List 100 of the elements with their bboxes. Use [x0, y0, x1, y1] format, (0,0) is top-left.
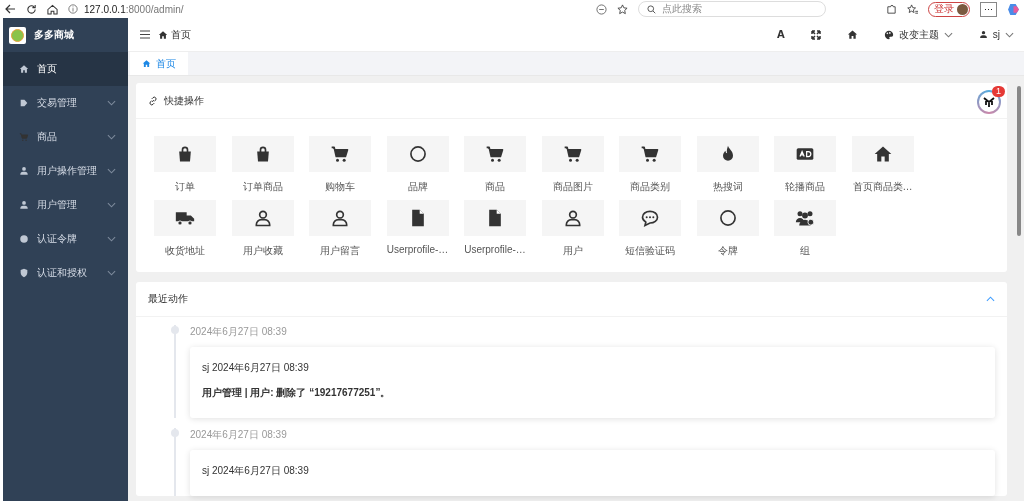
shortcut-label[interactable]: Userprofile-… — [386, 244, 449, 255]
star-icon[interactable] — [617, 3, 628, 15]
panel-title: 快捷操作 — [164, 93, 204, 108]
shortcut-label[interactable]: 订单商品 — [242, 180, 283, 194]
cart-icon — [562, 144, 583, 164]
cart-icon — [485, 144, 505, 164]
brand-name: 多多商城 — [34, 28, 74, 42]
sidebar-item[interactable]: 认证和授权 — [3, 256, 128, 290]
shortcut-tile[interactable] — [696, 200, 759, 236]
shortcut-tile[interactable] — [231, 136, 294, 172]
user-icon — [19, 200, 29, 210]
shortcut-label[interactable]: 品牌 — [407, 180, 428, 194]
shortcut-label[interactable]: 短信验证码 — [625, 244, 675, 258]
shortcut-label[interactable]: 收货地址 — [165, 244, 205, 258]
home-icon — [158, 29, 168, 40]
shortcut-label[interactable]: 商品 — [485, 180, 505, 194]
font-size-icon[interactable]: A — [777, 29, 785, 40]
home-icon — [142, 59, 151, 68]
shortcut-tile[interactable] — [309, 136, 371, 172]
shortcut-label[interactable]: 热搜词 — [712, 180, 743, 194]
shortcut-label[interactable]: 轮播商品 — [785, 180, 825, 194]
shortcut-label[interactable]: 组 — [800, 244, 810, 258]
link-icon — [148, 95, 158, 106]
assistant-icon[interactable] — [1007, 2, 1020, 16]
fullscreen-icon[interactable] — [810, 29, 821, 40]
user-dropdown[interactable]: sj — [978, 29, 1014, 40]
shortcut-label[interactable]: 首页商品类… — [852, 180, 913, 194]
cart-icon — [19, 132, 29, 142]
shortcut-tile[interactable] — [774, 136, 836, 172]
shortcut-tile[interactable] — [386, 200, 449, 236]
sidebar-item[interactable]: 用户操作管理 — [3, 154, 128, 188]
chevron-down-icon — [1005, 31, 1014, 38]
reader-icon[interactable] — [596, 3, 607, 15]
shortcut-label[interactable]: 用户留言 — [320, 244, 360, 258]
sidebar-item[interactable]: 用户管理 — [3, 188, 128, 222]
breadcrumb-link[interactable]: 首页 — [171, 27, 191, 42]
shortcut-label[interactable]: 购物车 — [325, 180, 355, 194]
menu-icon[interactable] — [140, 30, 150, 39]
tag-icon — [19, 98, 29, 108]
back-arrow-icon[interactable] — [4, 3, 16, 15]
shortcut-label[interactable]: 商品类别 — [630, 180, 670, 194]
extension-icon[interactable] — [886, 3, 897, 15]
shortcut-label[interactable]: 商品图片 — [552, 180, 593, 194]
shortcut-tile[interactable] — [464, 200, 526, 236]
chat-bubble-icon — [640, 208, 660, 228]
shortcut-tile[interactable] — [619, 200, 681, 236]
avatar-circle — [957, 3, 968, 15]
sidebar-item[interactable]: 商品 — [3, 120, 128, 154]
shortcut-tile[interactable] — [154, 200, 216, 236]
shortcut-label[interactable]: 用户收藏 — [242, 244, 283, 258]
notification-badge: 1 — [992, 86, 1005, 97]
activity-header: sj 2024年6月27日 08:39 — [202, 361, 310, 375]
shortcut-label[interactable]: 令牌 — [717, 244, 738, 258]
address-bar-url[interactable]: 127.0.0.1:8000/admin/ — [84, 3, 184, 15]
chevron-down-icon — [943, 31, 953, 38]
tab[interactable]: 首页 — [130, 52, 188, 75]
shield-icon — [19, 268, 29, 278]
shortcut-tile[interactable] — [231, 200, 294, 236]
theme-dropdown[interactable]: 改变主题 — [883, 27, 953, 42]
sidebar-item[interactable]: 认证令牌 — [3, 222, 128, 256]
activity-message: 用户管理 | 用户: 删除了 “19217677251”。 — [202, 386, 392, 400]
shortcut-tile[interactable] — [309, 200, 371, 236]
reload-icon[interactable] — [26, 3, 37, 15]
chevron-down-icon — [107, 202, 116, 208]
shortcut-tile[interactable] — [774, 200, 836, 236]
sidebar-item[interactable]: 首页 — [3, 52, 128, 86]
shortcut-label[interactable]: 用户 — [562, 244, 583, 258]
shortcut-label[interactable]: Userprofile-… — [464, 244, 526, 255]
shortcut-tile[interactable] — [541, 200, 604, 236]
shortcut-tile[interactable] — [154, 136, 216, 172]
shortcut-tile[interactable] — [851, 136, 914, 172]
home-icon — [872, 144, 893, 164]
user-icon — [978, 30, 988, 39]
panel-title: 最近动作 — [148, 292, 188, 306]
more-button[interactable]: ··· — [980, 1, 997, 17]
shortcut-tile[interactable] — [696, 136, 759, 172]
chevron-down-icon — [107, 270, 116, 276]
home-icon[interactable] — [846, 29, 858, 40]
activity-header: sj 2024年6月27日 08:39 — [202, 464, 310, 478]
shortcut-tile[interactable] — [541, 136, 604, 172]
chevron-down-icon — [107, 168, 116, 174]
shortcut-tile[interactable] — [386, 136, 449, 172]
circle-icon — [407, 144, 428, 164]
sidebar-item[interactable]: 交易管理 — [3, 86, 128, 120]
shortcut-label[interactable]: 订单 — [175, 180, 195, 194]
cart-icon — [640, 144, 660, 164]
circle-icon — [19, 234, 29, 244]
login-button[interactable]: 登录 — [928, 1, 970, 17]
timeline-time: 2024年6月27日 08:39 — [190, 428, 288, 442]
home-icon — [19, 64, 29, 74]
chevron-down-icon — [107, 236, 116, 242]
favorites-icon[interactable] — [907, 3, 918, 15]
shortcut-tile[interactable] — [619, 136, 681, 172]
store-logo-icon — [9, 26, 26, 44]
user-icon — [19, 166, 29, 176]
home-icon[interactable] — [47, 3, 58, 15]
chevron-down-icon — [107, 100, 116, 106]
cart-icon — [330, 144, 350, 164]
users-gear-icon — [795, 208, 815, 228]
shortcut-tile[interactable] — [464, 136, 526, 172]
